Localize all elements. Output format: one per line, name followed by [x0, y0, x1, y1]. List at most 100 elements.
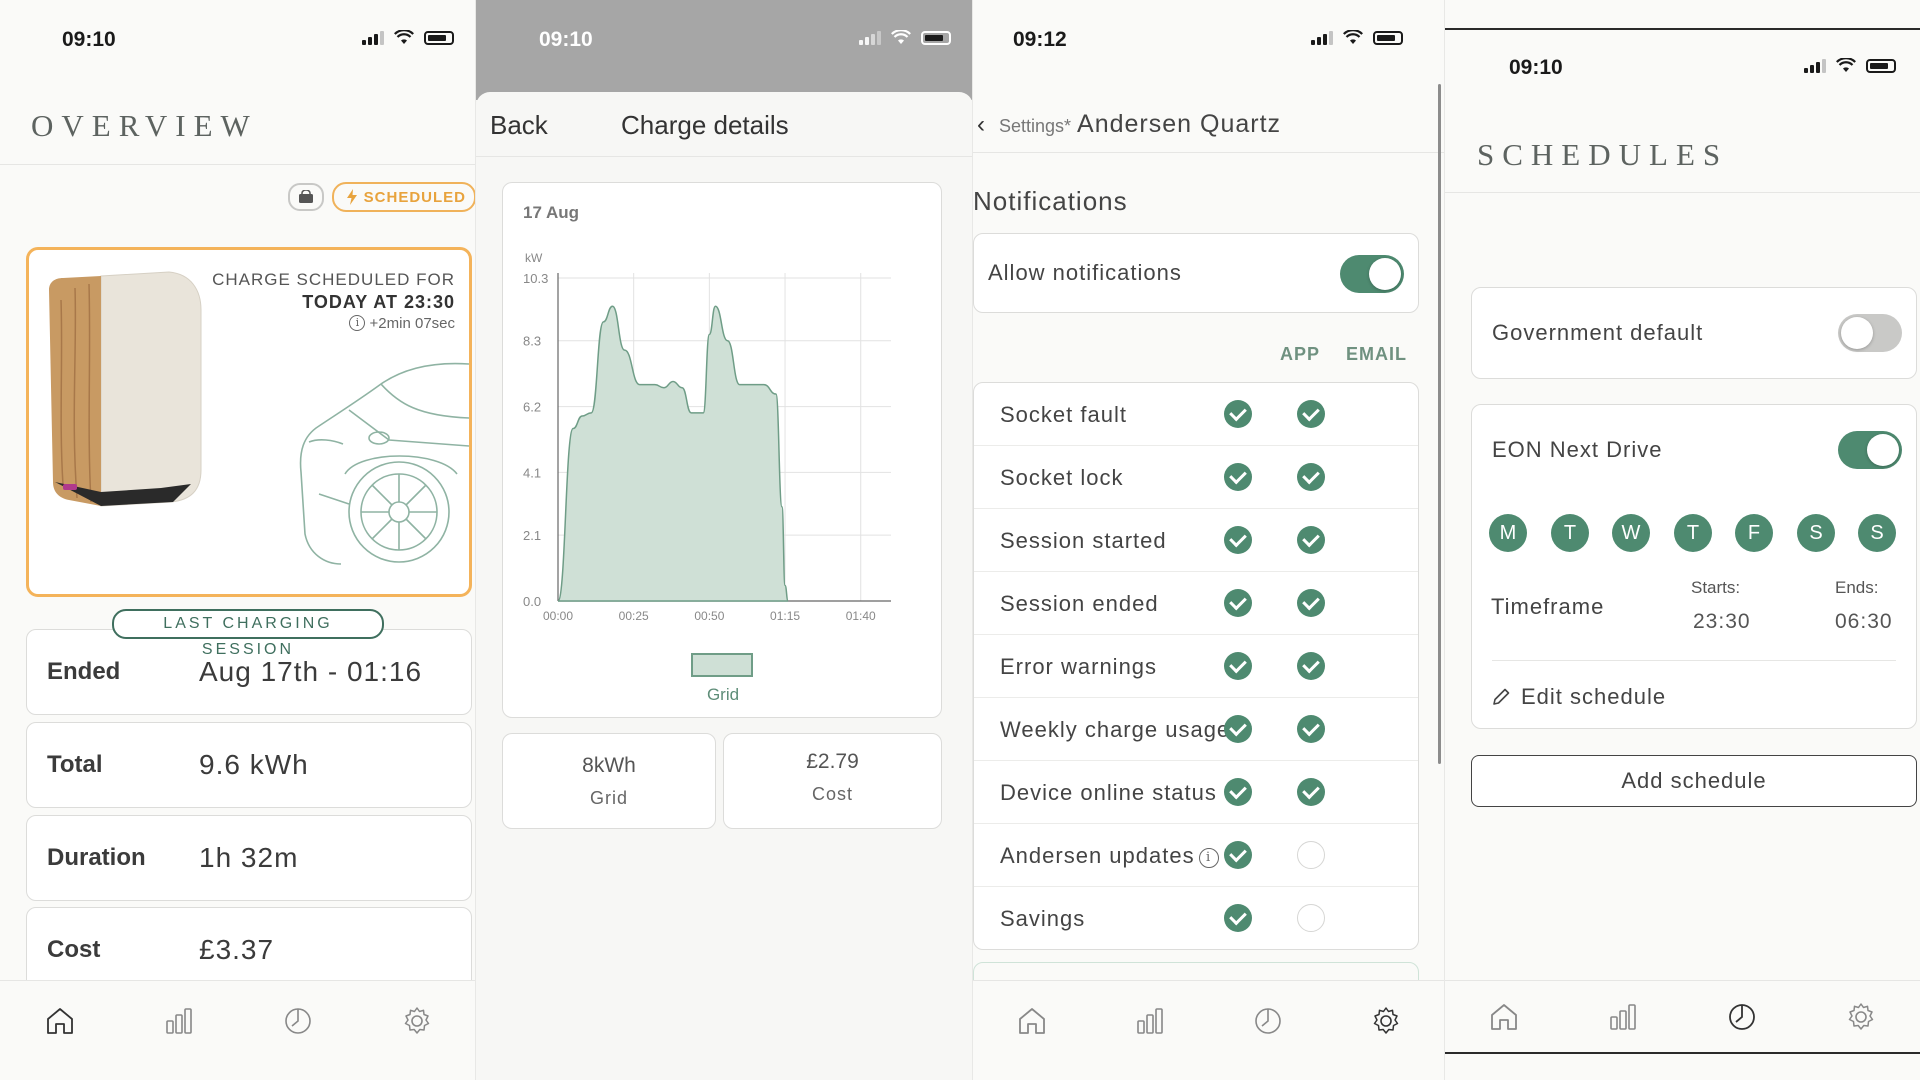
- status-time: 09:12: [1013, 28, 1067, 51]
- dimmed-backdrop: 09:10: [476, 0, 973, 100]
- app-screens: 09:10 OVERVIEW SCHEDULED CHARGE SCHEDULE…: [0, 0, 1920, 1080]
- day-chip-sunday[interactable]: S: [1858, 514, 1896, 552]
- app-checkbox[interactable]: [1224, 904, 1252, 932]
- email-checkbox[interactable]: [1297, 841, 1325, 869]
- allow-notifications-label: Allow notifications: [988, 260, 1182, 285]
- wifi-icon: [1343, 30, 1363, 44]
- notification-row: Session ended: [974, 572, 1418, 635]
- email-checkbox[interactable]: [1297, 526, 1325, 554]
- email-checkbox[interactable]: [1297, 589, 1325, 617]
- starts-label: Starts:: [1691, 578, 1741, 597]
- allow-notifications-toggle[interactable]: [1340, 255, 1404, 293]
- charge-chart: kW 0.0 2.1 4.1 6.2 8.3 10.3 00:00 00:25 00:50 01:1…: [523, 251, 891, 623]
- home-icon: [1019, 1007, 1045, 1034]
- signal-icon: [362, 30, 384, 45]
- app-checkbox[interactable]: [1224, 589, 1252, 617]
- y-tick-label: 0.0: [523, 594, 541, 609]
- lock-toggle-button[interactable]: [287, 183, 324, 211]
- grid-energy-card: 8kWh Grid: [502, 733, 716, 829]
- y-tick-label: 4.1: [523, 465, 541, 480]
- app-checkbox[interactable]: [1224, 652, 1252, 680]
- tab-home[interactable]: [1010, 999, 1054, 1043]
- ends-value: 06:30: [1835, 610, 1893, 633]
- cost-card: £2.79 Cost: [723, 733, 942, 829]
- add-schedule-button[interactable]: Add schedule: [1471, 755, 1917, 807]
- pencil-icon: [1493, 688, 1510, 705]
- app-checkbox[interactable]: [1224, 778, 1252, 806]
- scheduled-badge[interactable]: SCHEDULED: [331, 182, 476, 212]
- app-checkbox[interactable]: [1224, 841, 1252, 869]
- tab-settings[interactable]: [1364, 999, 1408, 1043]
- app-checkbox[interactable]: [1224, 400, 1252, 428]
- stat-row: Total 9.6 kWh: [26, 722, 472, 808]
- edit-schedule-button[interactable]: Edit schedule: [1491, 684, 1666, 710]
- back-button[interactable]: Back: [490, 110, 548, 141]
- chevron-left-icon[interactable]: ‹: [977, 111, 985, 139]
- day-chip-friday[interactable]: F: [1735, 514, 1773, 552]
- stats-icon: [1610, 1003, 1636, 1030]
- charge-scheduled-label: CHARGE SCHEDULED FOR: [212, 270, 455, 289]
- email-checkbox[interactable]: [1297, 778, 1325, 806]
- email-checkbox[interactable]: [1297, 463, 1325, 491]
- stats-icon: [1137, 1007, 1163, 1034]
- lock-icon: [298, 190, 313, 203]
- email-checkbox[interactable]: [1297, 652, 1325, 680]
- home-icon: [1491, 1003, 1518, 1030]
- email-checkbox[interactable]: [1297, 400, 1325, 428]
- charge-chart-card: 17 Aug kW 0.0 2.1 4.1 6.2 8.3 10.3 00:00 00:25 00…: [502, 182, 942, 718]
- day-chip-tuesday[interactable]: T: [1551, 514, 1589, 552]
- last-session-label: LAST CHARGING SESSION: [112, 609, 384, 658]
- app-checkbox[interactable]: [1224, 463, 1252, 491]
- day-chip-thursday[interactable]: T: [1674, 514, 1712, 552]
- notification-label: Andersen updates i: [1000, 843, 1219, 869]
- app-checkbox[interactable]: [1224, 715, 1252, 743]
- breadcrumb-parent[interactable]: Settings*: [999, 116, 1071, 137]
- tab-settings[interactable]: [395, 999, 439, 1043]
- tab-stats[interactable]: [1601, 995, 1645, 1039]
- settings-icon: [1848, 1002, 1873, 1030]
- card-divider: [1492, 660, 1896, 661]
- day-chip-wednesday[interactable]: W: [1612, 514, 1650, 552]
- status-pills: SCHEDULED: [287, 182, 476, 212]
- charge-countdown: i +2min 07sec: [212, 315, 455, 332]
- bottom-edge-line: [1445, 1052, 1920, 1054]
- notification-label-text: Session started: [1000, 528, 1167, 553]
- info-icon[interactable]: i: [349, 315, 366, 331]
- header-divider: [1445, 192, 1920, 193]
- day-chip-monday[interactable]: M: [1489, 514, 1527, 552]
- tab-schedule[interactable]: [276, 999, 320, 1043]
- tab-stats[interactable]: [157, 999, 201, 1043]
- tab-schedule[interactable]: [1720, 995, 1764, 1039]
- government-default-label: Government default: [1492, 320, 1704, 345]
- charger-card[interactable]: CHARGE SCHEDULED FOR TODAY AT 23:30 i +2…: [26, 247, 472, 597]
- stat-value: £3.37: [199, 934, 275, 965]
- day-chip-saturday[interactable]: S: [1797, 514, 1835, 552]
- tab-stats[interactable]: [1128, 999, 1172, 1043]
- email-checkbox[interactable]: [1297, 904, 1325, 932]
- breadcrumb-current: Andersen Quartz: [1077, 110, 1282, 138]
- eon-next-drive-toggle[interactable]: [1838, 431, 1902, 469]
- notification-label: Socket lock: [1000, 465, 1124, 491]
- notification-row: Savings: [974, 887, 1418, 949]
- stats-icon: [165, 1007, 192, 1034]
- tab-home[interactable]: [1482, 995, 1526, 1039]
- signal-icon: [1311, 30, 1333, 45]
- grid-energy-label: Grid: [589, 788, 628, 808]
- charger-image: [49, 271, 202, 507]
- scrollbar[interactable]: [1438, 84, 1441, 764]
- tab-home[interactable]: [38, 999, 82, 1043]
- details-sheet: Back Charge details 17 Aug kW 0.0 2.1 4.1 6.…: [476, 92, 973, 1080]
- notification-preferences-list: Socket fault Socket lock Session started Se…: [973, 382, 1419, 950]
- government-default-toggle[interactable]: [1838, 314, 1902, 352]
- tab-schedule[interactable]: [1246, 999, 1290, 1043]
- tab-settings[interactable]: [1839, 995, 1883, 1039]
- y-tick-label: 8.3: [523, 334, 541, 349]
- notification-row: Andersen updates i: [974, 824, 1418, 887]
- government-default-card: Government default: [1471, 287, 1917, 379]
- x-tick-label: 01:40: [846, 609, 876, 623]
- email-checkbox[interactable]: [1297, 715, 1325, 743]
- info-icon[interactable]: i: [1198, 848, 1219, 868]
- charge-details-screen: 09:10 Back Charge details 17 Aug kW 0.0 2.…: [476, 0, 973, 1080]
- notification-row: Weekly charge usage: [974, 698, 1418, 761]
- app-checkbox[interactable]: [1224, 526, 1252, 554]
